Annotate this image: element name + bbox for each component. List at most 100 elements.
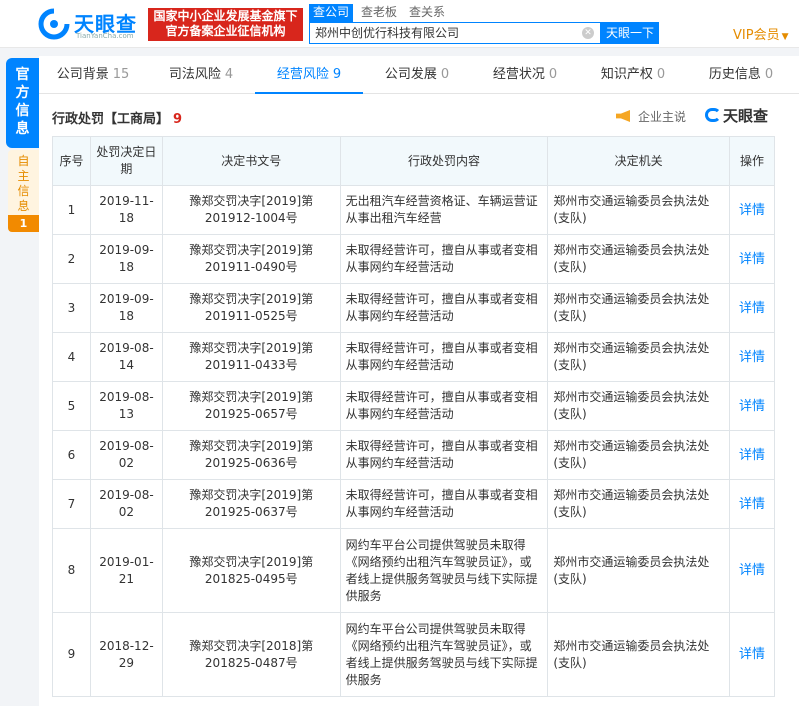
tab-business-risk[interactable]: 经营风险 9 [255, 56, 363, 94]
search-input[interactable]: 郑州中创优行科技有限公司 ✕ [309, 22, 601, 44]
cell-content: 未取得经营许可，擅自从事或者变相从事网约车经营活动 [339, 430, 549, 480]
tab-company-background[interactable]: 公司背景 15 [39, 56, 147, 94]
header-action: 操作 [729, 136, 775, 186]
cell-content: 未取得经营许可，擅自从事或者变相从事网约车经营活动 [339, 381, 549, 431]
detail-link[interactable]: 详情 [729, 612, 775, 697]
cell-content: 未取得经营许可，擅自从事或者变相从事网约车经营活动 [339, 283, 549, 333]
cell-authority: 郑州市交通运输委员会执法处(支队) [547, 528, 730, 613]
cell-doc-number: 豫郑交罚决字[2019]第201925-0657号 [161, 381, 341, 431]
tab-intellectual-property[interactable]: 知识产权 0 [579, 56, 687, 94]
table-row: 1 2019-11-18 豫郑交罚决字[2019]第201912-1004号 无… [52, 185, 775, 235]
cell-authority: 郑州市交通运输委员会执法处(支队) [547, 234, 730, 284]
cell-authority: 郑州市交通运输委员会执法处(支队) [547, 479, 730, 529]
cell-content: 未取得经营许可，擅自从事或者变相从事网约车经营活动 [339, 479, 549, 529]
cell-content: 网约车平台公司提供驾驶员未取得《网络预约出租汽车驾驶员证》，或者线上提供服务驾驶… [339, 528, 549, 613]
tab-label: 司法风险 [168, 67, 221, 82]
detail-link[interactable]: 详情 [729, 234, 775, 284]
tab-count: 4 [224, 67, 234, 82]
brand-domain: TianYanCha.com [76, 32, 134, 40]
cell-date: 2019-08-14 [89, 332, 163, 382]
cell-no: 6 [52, 430, 91, 480]
tab-company-development[interactable]: 公司发展 0 [363, 56, 471, 94]
cell-doc-number: 豫郑交罚决字[2019]第201925-0636号 [161, 430, 341, 480]
table-row: 5 2019-08-13 豫郑交罚决字[2019]第201925-0657号 未… [52, 381, 775, 431]
tab-count: 0 [656, 67, 666, 82]
cell-content: 无出租汽车经营资格证、车辆运营证从事出租汽车经营 [339, 185, 549, 235]
brand-logo-icon [38, 8, 70, 40]
cell-date: 2019-08-02 [89, 430, 163, 480]
tab-label: 经营风险 [276, 67, 329, 82]
cell-date: 2019-01-21 [89, 528, 163, 613]
cell-doc-number: 豫郑交罚决字[2019]第201912-1004号 [161, 185, 341, 235]
detail-link[interactable]: 详情 [729, 430, 775, 480]
section-title-text: 行政处罚【工商局】 [52, 112, 170, 127]
brand-mini-icon [705, 108, 721, 122]
vip-menu[interactable]: VIP会员 ▼ [733, 24, 789, 43]
cell-no: 2 [52, 234, 91, 284]
cell-no: 7 [52, 479, 91, 529]
section-title: 行政处罚【工商局】 9 [52, 108, 182, 127]
cell-content: 未取得经营许可，擅自从事或者变相从事网约车经营活动 [339, 332, 549, 382]
tab-label: 公司发展 [384, 67, 437, 82]
cell-doc-number: 豫郑交罚决字[2019]第201911-0490号 [161, 234, 341, 284]
tab-search-company[interactable]: 查公司 [309, 4, 354, 22]
detail-link[interactable]: 详情 [729, 528, 775, 613]
cell-date: 2019-09-18 [89, 283, 163, 333]
detail-link[interactable]: 详情 [729, 479, 775, 529]
cell-date: 2019-08-13 [89, 381, 163, 431]
cell-authority: 郑州市交通运输委员会执法处(支队) [547, 185, 730, 235]
cell-date: 2018-12-29 [89, 612, 163, 697]
tab-search-boss[interactable]: 查老板 [357, 4, 401, 22]
tab-judicial-risk[interactable]: 司法风险 4 [147, 56, 255, 94]
enterprise-speak-label: 企业主说 [638, 110, 687, 124]
tab-count: 0 [548, 67, 558, 82]
cell-content: 未取得经营许可，擅自从事或者变相从事网约车经营活动 [339, 234, 549, 284]
brand-logo[interactable]: 天眼查 TianYanCha.com [36, 6, 144, 42]
main-panel: 公司背景 15 司法风险 4 经营风险 9 公司发展 0 经营状况 0 知识产权 0 历史信… [39, 56, 799, 706]
cell-doc-number: 豫郑交罚决字[2019]第201911-0525号 [161, 283, 341, 333]
tab-operating-status[interactable]: 经营状况 0 [471, 56, 579, 94]
cell-authority: 郑州市交通运输委员会执法处(支队) [547, 612, 730, 697]
search-input-value: 郑州中创优行科技有限公司 [315, 26, 460, 40]
side-tab-official[interactable]: 官方信息 [6, 58, 39, 148]
banner-line-1: 国家中小企业发展基金旗下 [153, 9, 298, 23]
banner-line-2: 官方备案企业征信机构 [165, 24, 286, 38]
cell-no: 5 [52, 381, 91, 431]
search-button[interactable]: 天眼一下 [601, 22, 659, 44]
detail-link[interactable]: 详情 [729, 381, 775, 431]
cell-date: 2019-08-02 [89, 479, 163, 529]
section-count: 9 [173, 112, 183, 127]
clear-icon[interactable]: ✕ [582, 27, 594, 39]
table-row: 8 2019-01-21 豫郑交罚决字[2019]第201825-0495号 网… [52, 528, 775, 613]
brand-mini-text: 天眼查 [723, 107, 769, 125]
side-tab-self[interactable]: 自主信息 1 [8, 150, 39, 232]
tab-search-relation[interactable]: 查关系 [405, 4, 449, 22]
cell-authority: 郑州市交通运输委员会执法处(支队) [547, 283, 730, 333]
table-row: 6 2019-08-02 豫郑交罚决字[2019]第201925-0636号 未… [52, 430, 775, 480]
detail-link[interactable]: 详情 [729, 283, 775, 333]
category-tabs: 公司背景 15 司法风险 4 经营风险 9 公司发展 0 经营状况 0 知识产权 0 历史信… [39, 56, 799, 94]
product-tabs: 查公司 查老板 查关系 [309, 4, 449, 22]
cell-doc-number: 豫郑交罚决字[2019]第201925-0637号 [161, 479, 341, 529]
cell-no: 4 [52, 332, 91, 382]
detail-link[interactable]: 详情 [729, 332, 775, 382]
tab-label: 公司背景 [56, 67, 109, 82]
table-row: 4 2019-08-14 豫郑交罚决字[2019]第201911-0433号 未… [52, 332, 775, 382]
tab-history-info[interactable]: 历史信息 0 [687, 56, 795, 94]
brand-watermark: 天眼查 [705, 105, 768, 126]
header-authority: 决定机关 [547, 136, 730, 186]
detail-link[interactable]: 详情 [729, 185, 775, 235]
cell-doc-number: 豫郑交罚决字[2018]第201825-0487号 [161, 612, 341, 697]
table-row: 7 2019-08-02 豫郑交罚决字[2019]第201925-0637号 未… [52, 479, 775, 529]
chevron-down-icon: ▼ [781, 32, 789, 42]
cell-doc-number: 豫郑交罚决字[2019]第201911-0433号 [161, 332, 341, 382]
tab-count: 9 [332, 67, 342, 82]
cell-date: 2019-09-18 [89, 234, 163, 284]
cell-no: 8 [52, 528, 91, 613]
enterprise-speak-button[interactable]: 企业主说 [616, 108, 686, 125]
tab-label: 经营状况 [492, 67, 545, 82]
header-doc-number: 决定书文号 [161, 136, 341, 186]
penalty-table: 序号 处罚决定日期 决定书文号 行政处罚内容 决定机关 操作 1 2019-11… [52, 136, 775, 697]
tab-count: 15 [112, 67, 130, 82]
vip-label: VIP会员 [733, 28, 780, 43]
